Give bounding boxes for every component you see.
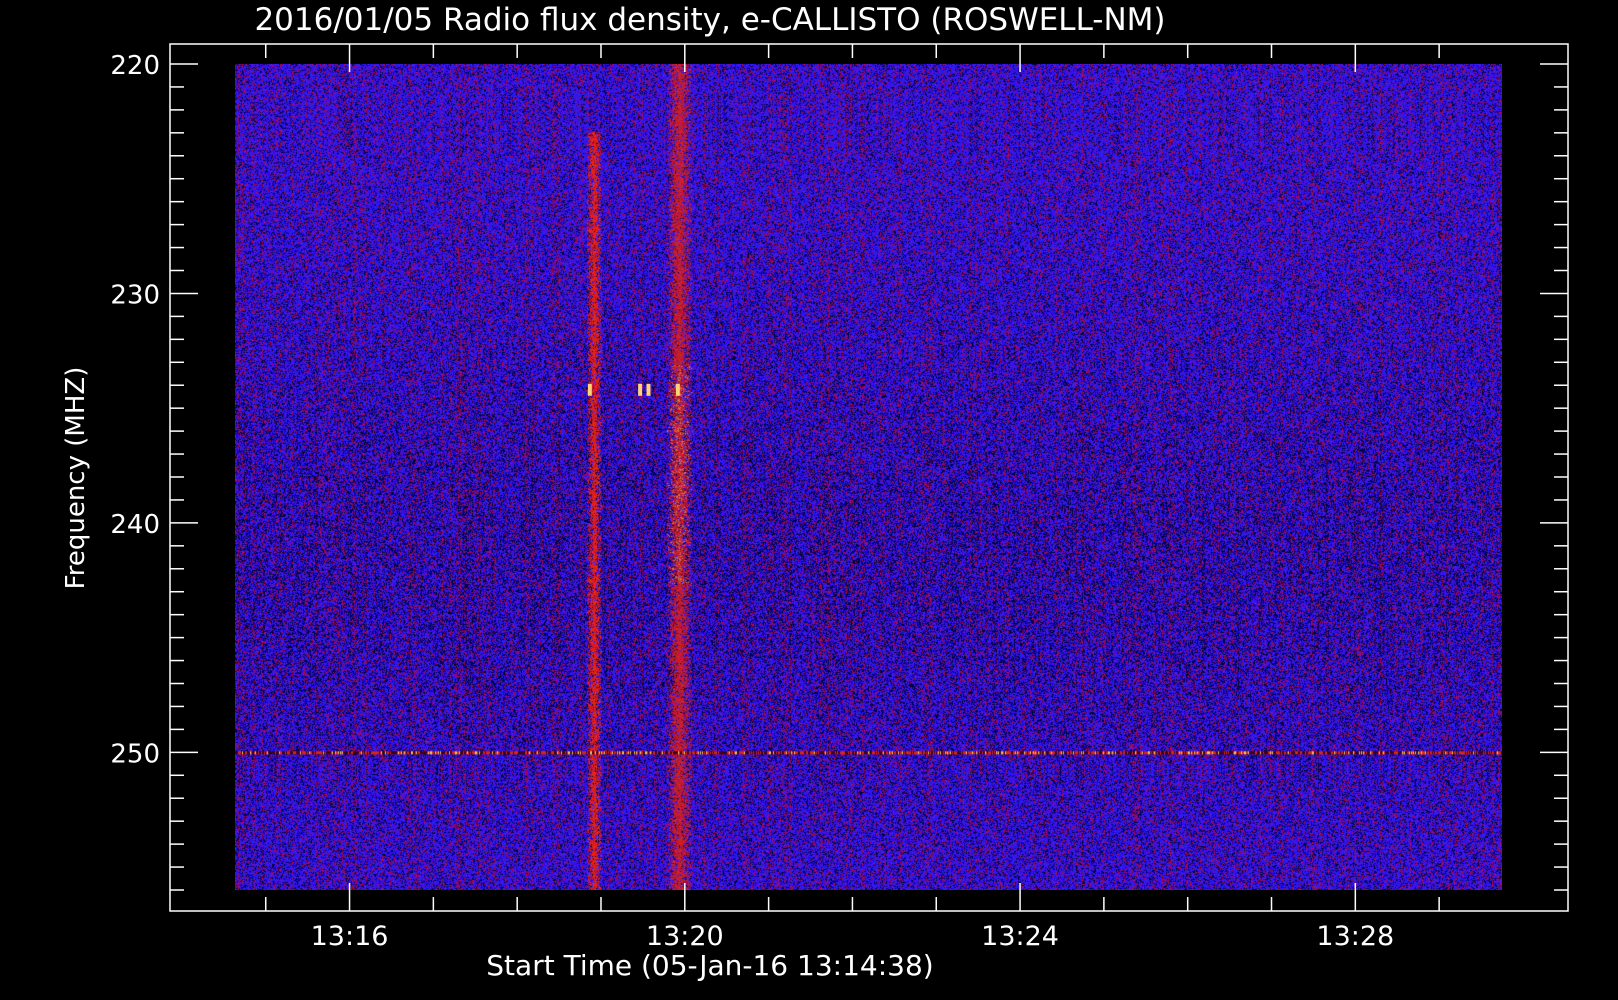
x-tick-label: 13:20 [646, 921, 724, 952]
x-axis-label: Start Time (05-Jan-16 13:14:38) [486, 949, 933, 982]
x-tick-label: 13:28 [1316, 921, 1394, 952]
x-tick-label: 13:24 [981, 921, 1059, 952]
burst-spot [587, 383, 592, 396]
y-tick-label: 240 [110, 510, 160, 540]
plot-area [235, 64, 1502, 890]
spectrogram-figure: 2016/01/05 Radio flux density, e-CALLIST… [0, 0, 1618, 1000]
y-tick-label: 250 [110, 739, 160, 769]
y-tick-label: 230 [110, 280, 160, 310]
y-tick-label: 220 [110, 51, 160, 81]
burst-spot [675, 383, 680, 396]
chart-title: 2016/01/05 Radio flux density, e-CALLIST… [254, 2, 1165, 38]
spectrogram-heatmap [235, 64, 1502, 890]
burst-spot [646, 383, 651, 396]
x-tick-label: 13:16 [311, 921, 389, 952]
burst-spot [638, 383, 643, 396]
y-axis-label: Frequency (MHZ) [61, 367, 91, 590]
